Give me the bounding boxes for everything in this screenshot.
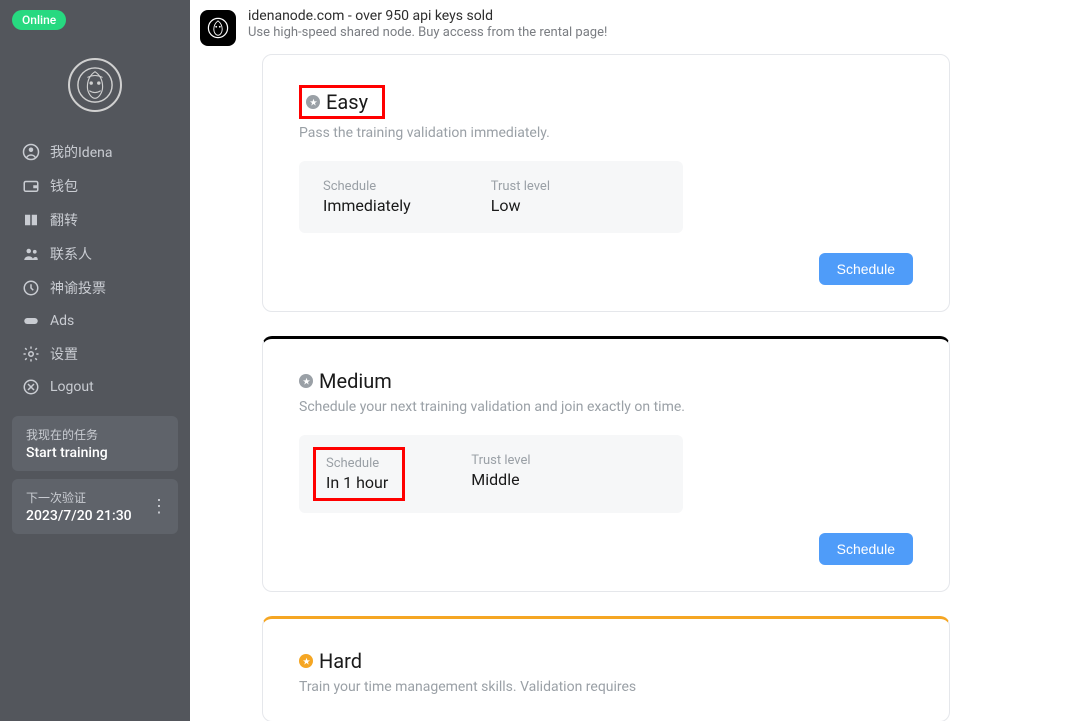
- nav-label: 钱包: [50, 176, 78, 196]
- next-validation-box: 下一次验证 2023/7/20 21:30 ⋮: [12, 479, 178, 534]
- card-desc: Schedule your next training validation a…: [299, 399, 913, 415]
- ad-avatar-icon: [200, 10, 236, 46]
- sidebar-item-settings[interactable]: 设置: [8, 338, 182, 370]
- nav-label: 神谕投票: [50, 278, 106, 298]
- card-easy-title-highlight: Easy: [299, 85, 385, 119]
- card-title: Medium: [319, 369, 392, 393]
- trust-value: Middle: [471, 470, 530, 489]
- logout-icon: [22, 378, 40, 396]
- sidebar-item-logout[interactable]: Logout: [8, 372, 182, 402]
- current-task-box: 我现在的任务 Start training: [12, 416, 178, 471]
- sidebar-item-wallet[interactable]: 钱包: [8, 170, 182, 202]
- status-badge: Online: [12, 10, 66, 30]
- card-medium: Medium Schedule your next training valid…: [262, 336, 950, 592]
- contacts-icon: [22, 245, 40, 263]
- wallet-icon: [22, 177, 40, 195]
- task-label: 我现在的任务: [26, 426, 164, 443]
- sidebar-item-contacts[interactable]: 联系人: [8, 238, 182, 270]
- card-desc: Train your time management skills. Valid…: [299, 679, 913, 695]
- star-icon: [299, 654, 313, 668]
- card-desc: Pass the training validation immediately…: [299, 125, 913, 141]
- gear-icon: [22, 345, 40, 363]
- trust-label: Trust level: [471, 453, 530, 468]
- schedule-button[interactable]: Schedule: [819, 533, 913, 565]
- more-menu-icon[interactable]: ⋮: [150, 498, 168, 516]
- logo: [0, 58, 190, 112]
- schedule-label: Schedule: [326, 456, 388, 471]
- sidebar-item-my-idena[interactable]: 我的Idena: [8, 136, 182, 168]
- nav-label: Ads: [50, 313, 74, 329]
- ad-title: idenanode.com - over 950 api keys sold: [248, 8, 607, 24]
- flips-icon: [22, 211, 40, 229]
- sidebar-item-flips[interactable]: 翻转: [8, 204, 182, 236]
- sidebar: Online 我的Idena 钱包 翻转 联系人: [0, 0, 190, 721]
- idena-logo-icon: [76, 66, 114, 104]
- card-easy: Easy Pass the training validation immedi…: [262, 54, 950, 312]
- star-icon: [299, 374, 313, 388]
- card-hard: Hard Train your time management skills. …: [262, 616, 950, 721]
- card-title: Easy: [326, 90, 368, 114]
- nav-label: 我的Idena: [50, 142, 112, 162]
- nav-label: 翻转: [50, 210, 78, 230]
- info-box: Schedule In 1 hour Trust level Middle: [299, 435, 683, 513]
- schedule-value: In 1 hour: [326, 473, 388, 492]
- user-circle-icon: [22, 143, 40, 161]
- main-content: idenanode.com - over 950 api keys sold U…: [190, 0, 1080, 721]
- sidebar-item-ads[interactable]: Ads: [8, 306, 182, 336]
- card-medium-schedule-highlight: Schedule In 1 hour: [313, 447, 405, 501]
- schedule-label: Schedule: [323, 179, 411, 194]
- ad-banner[interactable]: idenanode.com - over 950 api keys sold U…: [190, 0, 1080, 54]
- schedule-value: Immediately: [323, 196, 411, 215]
- sidebar-item-oracle[interactable]: 神谕投票: [8, 272, 182, 304]
- nav-label: 设置: [50, 344, 78, 364]
- card-title: Hard: [319, 649, 362, 673]
- next-label: 下一次验证: [26, 489, 164, 506]
- star-icon: [306, 95, 320, 109]
- trust-label: Trust level: [491, 179, 550, 194]
- ad-subtitle: Use high-speed shared node. Buy access f…: [248, 25, 607, 40]
- info-box: Schedule Immediately Trust level Low: [299, 161, 683, 233]
- oracle-icon: [22, 279, 40, 297]
- nav-list: 我的Idena 钱包 翻转 联系人 神谕投票 Ads 设置 Logout: [0, 136, 190, 402]
- nav-label: Logout: [50, 379, 94, 395]
- schedule-button[interactable]: Schedule: [819, 253, 913, 285]
- ads-icon: [22, 312, 40, 330]
- task-value: Start training: [26, 445, 164, 461]
- trust-value: Low: [491, 196, 550, 215]
- next-value: 2023/7/20 21:30: [26, 508, 164, 524]
- nav-label: 联系人: [50, 244, 92, 264]
